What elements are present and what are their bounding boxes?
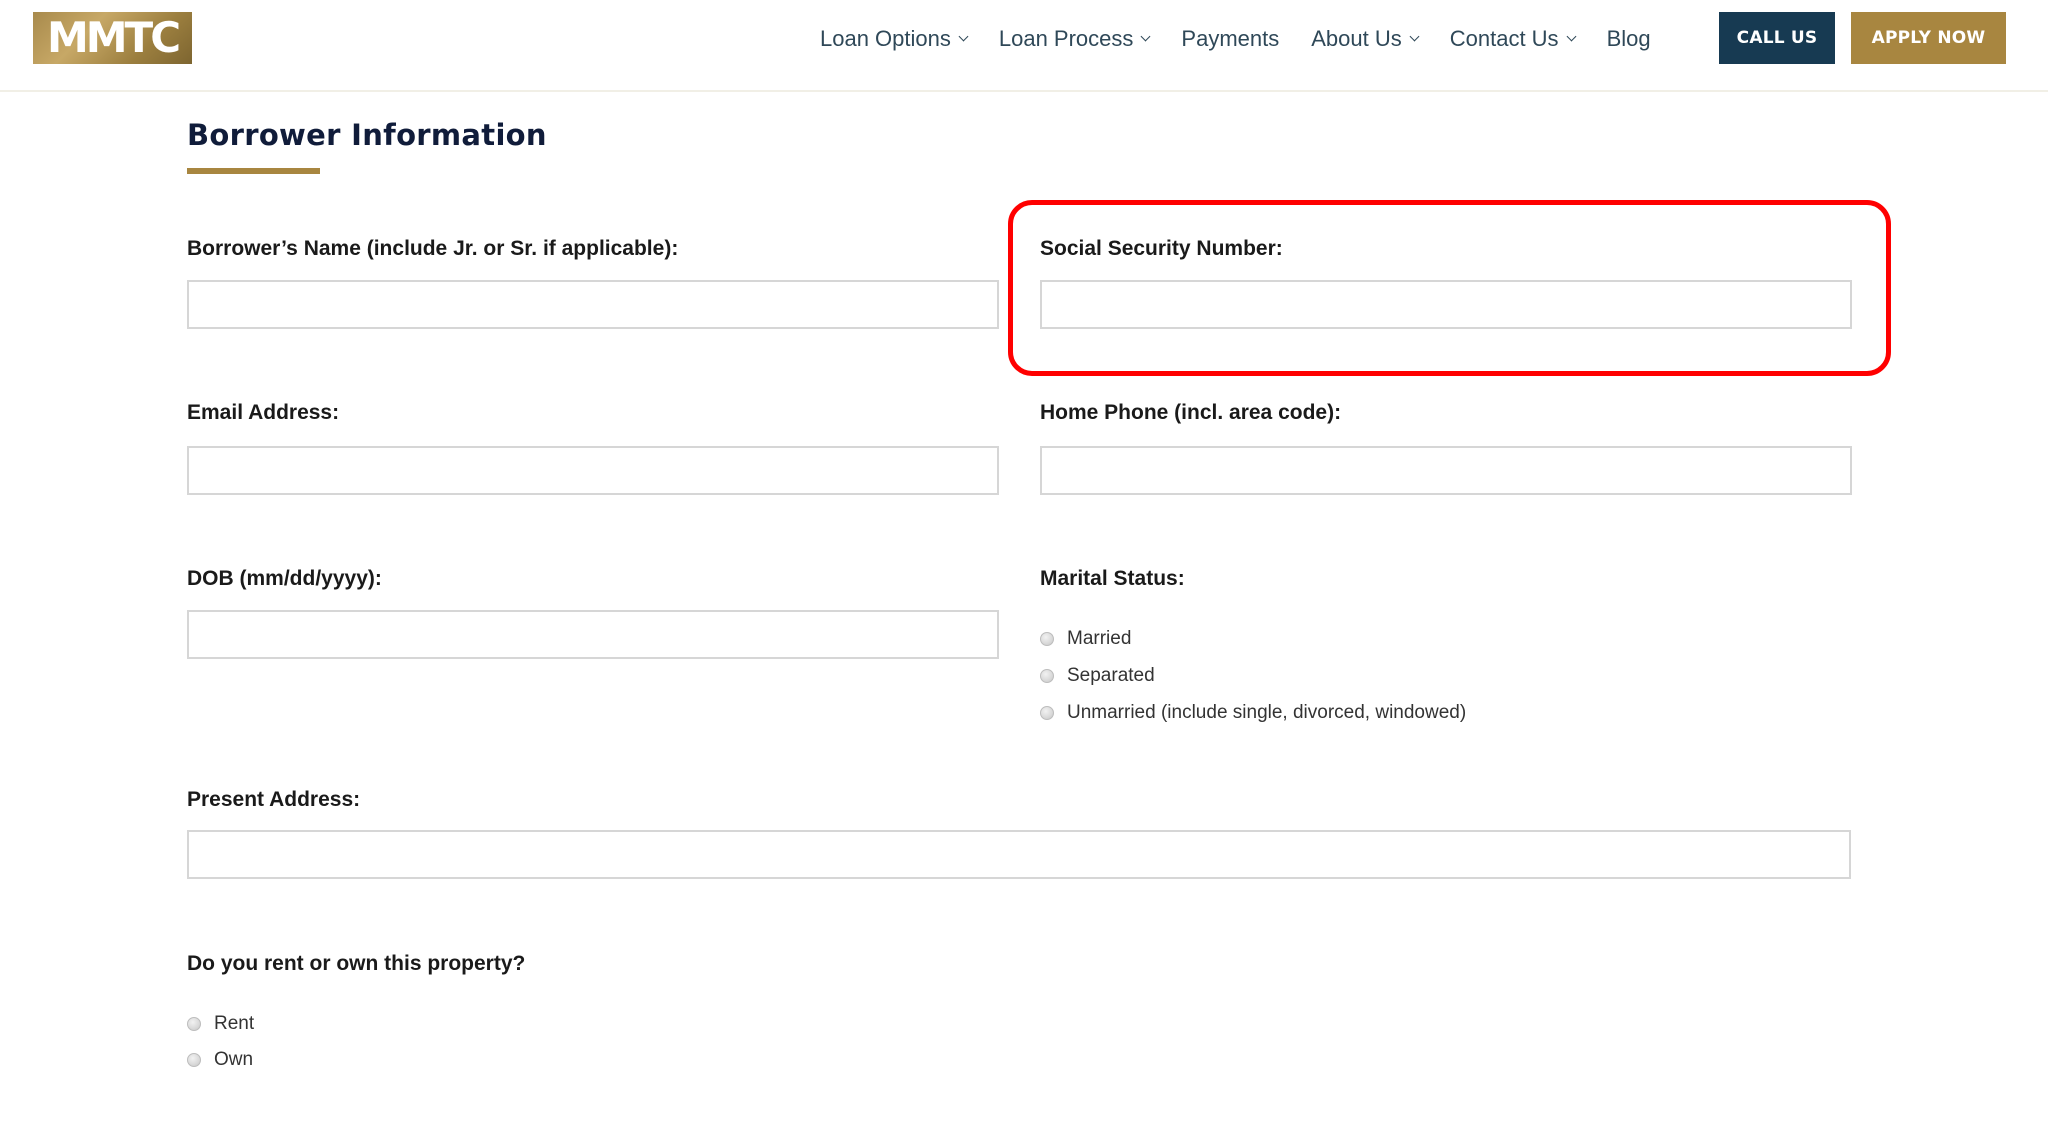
nav-payments[interactable]: Payments: [1181, 26, 1279, 52]
nav-contact-us[interactable]: Contact Us: [1449, 26, 1577, 52]
nav-blog[interactable]: Blog: [1607, 26, 1651, 52]
radio-button[interactable]: [187, 1053, 201, 1067]
nav-payments-label: Payments: [1181, 26, 1280, 51]
radio-label: Rent: [214, 1013, 255, 1034]
chevron-down-icon: [1140, 31, 1151, 42]
ssn-label: Social Security Number:: [1040, 237, 1283, 260]
nav-loan-process-label: Loan Process: [998, 26, 1134, 51]
mmtc-logo[interactable]: MMTC: [33, 12, 192, 64]
radio-button[interactable]: [1040, 706, 1054, 720]
borrower-name-label: Borrower’s Name (include Jr. or Sr. if a…: [187, 237, 679, 260]
rent-or-own-label: Do you rent or own this property?: [187, 952, 526, 975]
apply-now-button[interactable]: APPLY NOW: [1851, 12, 2006, 64]
own-option[interactable]: Own: [187, 1049, 253, 1071]
email-input[interactable]: [187, 446, 999, 495]
nav-loan-options-label: Loan Options: [820, 26, 951, 51]
radio-label: Unmarried (include single, divorced, win…: [1067, 702, 1467, 723]
call-us-button[interactable]: CALL US: [1719, 12, 1835, 64]
nav-blog-label: Blog: [1606, 26, 1651, 51]
marital-option-married[interactable]: Married: [1040, 628, 1131, 650]
title-underline: [187, 168, 320, 174]
ssn-input[interactable]: [1040, 280, 1852, 329]
radio-button[interactable]: [187, 1017, 201, 1031]
nav-loan-process[interactable]: Loan Process: [998, 26, 1151, 52]
home-phone-label: Home Phone (incl. area code):: [1040, 401, 1342, 424]
radio-label: Own: [214, 1049, 254, 1070]
dob-input[interactable]: [187, 610, 999, 659]
nav-about-us[interactable]: About Us: [1311, 26, 1420, 52]
home-phone-input[interactable]: [1040, 446, 1852, 495]
rent-option[interactable]: Rent: [187, 1013, 254, 1035]
main-nav: Loan Options Loan Process Payments About…: [820, 0, 1683, 78]
radio-label: Married: [1067, 628, 1132, 649]
present-address-input[interactable]: [187, 830, 1851, 879]
marital-option-unmarried[interactable]: Unmarried (include single, divorced, win…: [1040, 702, 1466, 724]
marital-option-separated[interactable]: Separated: [1040, 665, 1155, 687]
radio-button[interactable]: [1040, 632, 1054, 646]
nav-loan-options[interactable]: Loan Options: [820, 26, 969, 52]
email-label: Email Address:: [187, 401, 340, 424]
nav-contact-us-label: Contact Us: [1449, 26, 1559, 51]
radio-label: Separated: [1067, 665, 1155, 686]
nav-about-us-label: About Us: [1311, 26, 1402, 51]
borrower-name-input[interactable]: [187, 280, 999, 329]
marital-status-label: Marital Status:: [1040, 567, 1185, 590]
dob-label: DOB (mm/dd/yyyy):: [187, 567, 382, 590]
radio-button[interactable]: [1040, 669, 1054, 683]
site-header: MMTC Loan Options Loan Process Payments …: [0, 0, 2048, 92]
chevron-down-icon: [958, 31, 969, 42]
chevron-down-icon: [1409, 31, 1420, 42]
section-title: Borrower Information: [187, 118, 547, 152]
chevron-down-icon: [1566, 31, 1577, 42]
present-address-label: Present Address:: [187, 788, 361, 811]
